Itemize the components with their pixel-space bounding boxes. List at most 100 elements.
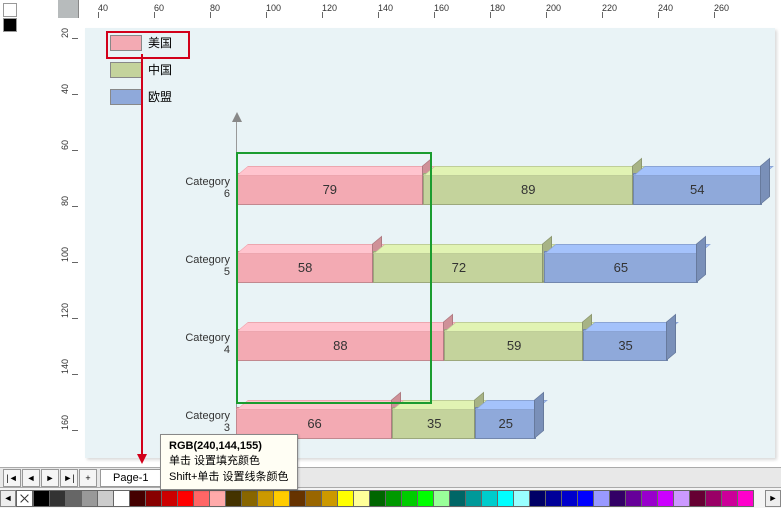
y-axis-arrow-icon: [232, 112, 242, 122]
palette-color[interactable]: [433, 490, 450, 507]
ruler-vertical[interactable]: 20406080100120140160: [58, 18, 79, 468]
ruler-h-label: 120: [322, 3, 337, 13]
swatch-foreground[interactable]: [3, 3, 17, 17]
palette-color[interactable]: [529, 490, 546, 507]
palette-color[interactable]: [673, 490, 690, 507]
ruler-h-label: 100: [266, 3, 281, 13]
palette-color[interactable]: [401, 490, 418, 507]
ruler-v-label: 100: [60, 247, 70, 262]
palette-color[interactable]: [369, 490, 386, 507]
nav-prev-button[interactable]: ◄: [22, 469, 40, 487]
bar-segment[interactable]: 88: [236, 329, 445, 361]
tooltip-line1: 单击 设置填充颜色: [169, 455, 260, 467]
palette-color[interactable]: [689, 490, 706, 507]
bar-segment[interactable]: 72: [373, 251, 544, 283]
palette-color[interactable]: [225, 490, 242, 507]
palette-color[interactable]: [257, 490, 274, 507]
ruler-h-label: 80: [210, 3, 220, 13]
legend-swatch-blue: [110, 89, 142, 105]
palette-color[interactable]: [209, 490, 226, 507]
ruler-h-label: 220: [602, 3, 617, 13]
palette-color[interactable]: [737, 490, 754, 507]
palette-color[interactable]: [113, 490, 130, 507]
bar-segment[interactable]: 25: [475, 407, 536, 439]
palette-color[interactable]: [593, 490, 610, 507]
bar-segment[interactable]: 35: [392, 407, 476, 439]
legend-item-1[interactable]: 中国: [110, 61, 172, 78]
bar-segment[interactable]: 35: [583, 329, 667, 361]
palette-color[interactable]: [657, 490, 674, 507]
ruler-h-label: 260: [714, 3, 729, 13]
palette-color[interactable]: [721, 490, 738, 507]
palette-color[interactable]: [241, 490, 258, 507]
palette-color[interactable]: [273, 490, 290, 507]
palette-color[interactable]: [97, 490, 114, 507]
page-tab[interactable]: Page-1: [100, 469, 161, 487]
palette-color[interactable]: [81, 490, 98, 507]
palette-scroll-right[interactable]: ►: [765, 490, 781, 507]
nav-last-button[interactable]: ►|: [60, 469, 78, 487]
bar-segment[interactable]: 59: [444, 329, 585, 361]
ruler-v-label: 20: [60, 28, 70, 38]
palette-color[interactable]: [561, 490, 578, 507]
bar-segment[interactable]: 89: [423, 173, 634, 205]
bar-segment[interactable]: 54: [633, 173, 762, 205]
palette-color[interactable]: [33, 490, 50, 507]
palette-color[interactable]: [465, 490, 482, 507]
bar-segment[interactable]: 58: [236, 251, 374, 283]
bar-group: 587265: [236, 245, 768, 287]
bar-group: 798954: [236, 167, 768, 209]
ruler-h-label: 160: [434, 3, 449, 13]
page-navigation-bar: |◄ ◄ ► ►| + Page-1: [0, 467, 781, 488]
bar-segment[interactable]: 79: [236, 173, 424, 205]
legend-label: 美国: [148, 34, 172, 51]
ruler-h-label: 140: [378, 3, 393, 13]
nav-first-button[interactable]: |◄: [3, 469, 21, 487]
legend-label: 欧盟: [148, 88, 172, 105]
ruler-horizontal[interactable]: 406080100120140160180200220240260: [58, 0, 781, 19]
legend-swatch-red: [110, 35, 142, 51]
ruler-v-label: 60: [60, 140, 70, 150]
palette-color[interactable]: [609, 490, 626, 507]
palette-color[interactable]: [305, 490, 322, 507]
bar-segment[interactable]: 65: [544, 251, 699, 283]
palette-color[interactable]: [513, 490, 530, 507]
nav-add-page-button[interactable]: +: [79, 469, 97, 487]
category-label: Category 5: [178, 254, 236, 278]
palette-color[interactable]: [449, 490, 466, 507]
category-label: Category 3: [178, 410, 236, 434]
legend-item-2[interactable]: 欧盟: [110, 88, 172, 105]
palette-color[interactable]: [65, 490, 82, 507]
palette-color[interactable]: [497, 490, 514, 507]
swatch-background[interactable]: [3, 18, 17, 32]
palette-color[interactable]: [129, 490, 146, 507]
palette-color[interactable]: [337, 490, 354, 507]
nav-next-button[interactable]: ►: [41, 469, 59, 487]
palette-color[interactable]: [417, 490, 434, 507]
ruler-v-label: 120: [60, 303, 70, 318]
palette-color[interactable]: [641, 490, 658, 507]
palette-color[interactable]: [289, 490, 306, 507]
palette-color[interactable]: [321, 490, 338, 507]
palette-color[interactable]: [705, 490, 722, 507]
palette-color[interactable]: [193, 490, 210, 507]
palette-color[interactable]: [161, 490, 178, 507]
palette-color[interactable]: [49, 490, 66, 507]
chart-legend: 美国 中国 欧盟: [110, 34, 172, 115]
legend-label: 中国: [148, 61, 172, 78]
ruler-v-label: 40: [60, 84, 70, 94]
palette-color[interactable]: [145, 490, 162, 507]
palette-color[interactable]: [545, 490, 562, 507]
palette-color[interactable]: [177, 490, 194, 507]
ruler-h-label: 180: [490, 3, 505, 13]
chart-row: Category 4885935: [178, 319, 768, 369]
palette-color[interactable]: [577, 490, 594, 507]
canvas[interactable]: 美国 中国 欧盟 Category 6798954Category 558726…: [78, 18, 781, 468]
palette-color[interactable]: [385, 490, 402, 507]
palette-color[interactable]: [481, 490, 498, 507]
palette-no-color[interactable]: [16, 490, 33, 507]
legend-item-0[interactable]: 美国: [110, 34, 172, 51]
palette-color[interactable]: [625, 490, 642, 507]
palette-scroll-left[interactable]: ◄: [0, 490, 16, 507]
palette-color[interactable]: [353, 490, 370, 507]
